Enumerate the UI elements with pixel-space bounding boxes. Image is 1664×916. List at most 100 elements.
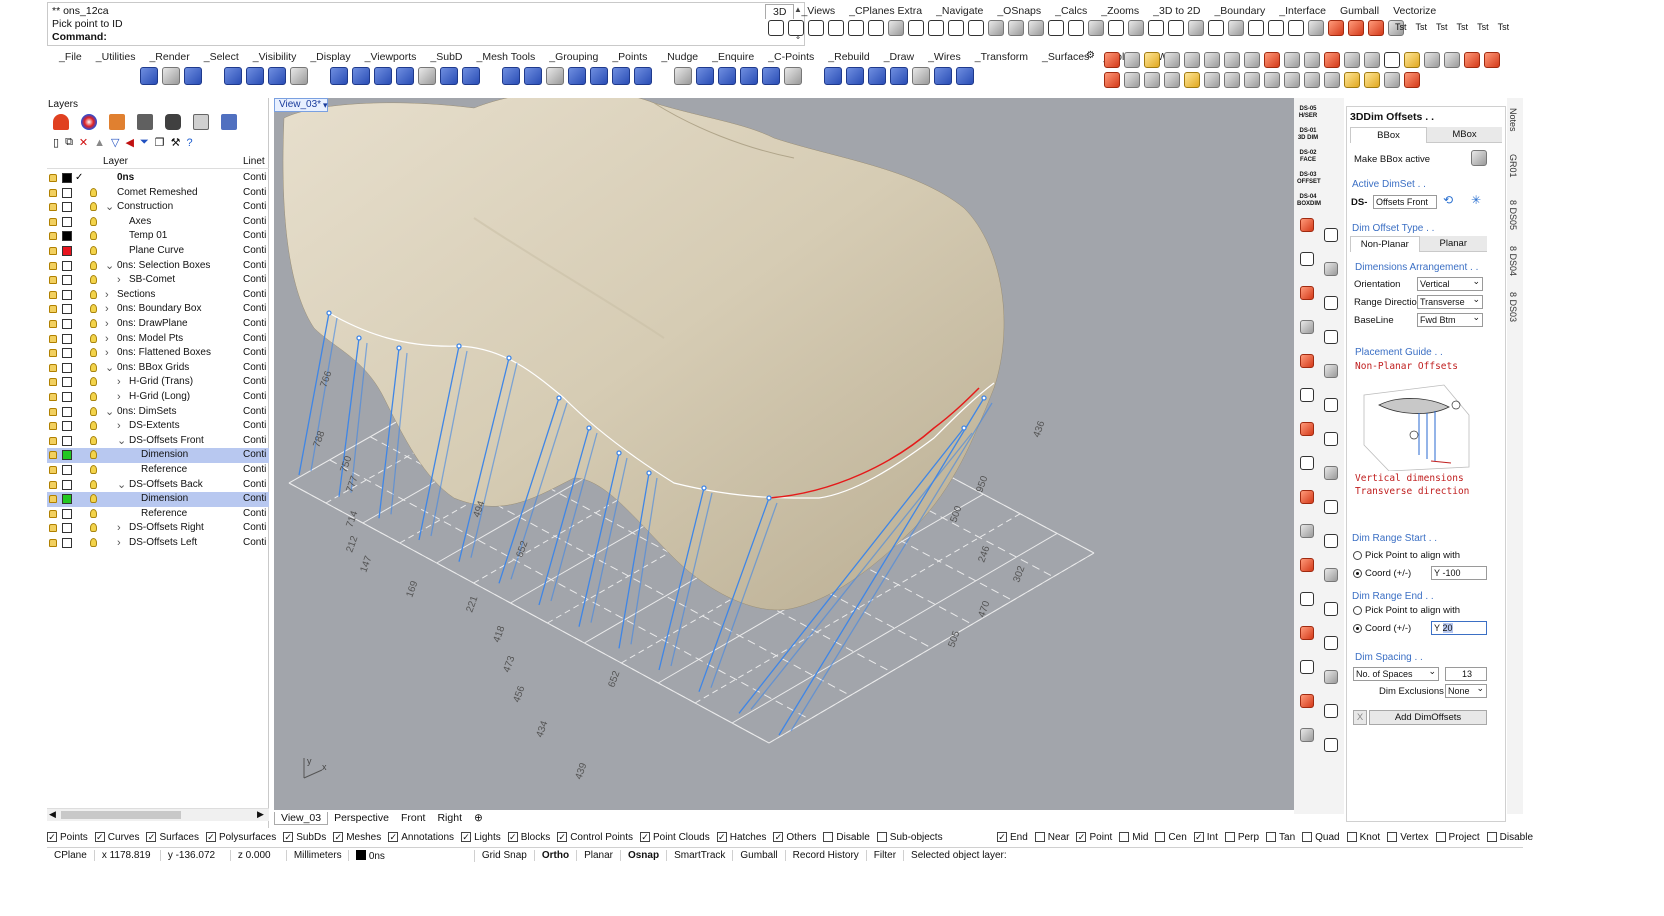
chevron-down-icon[interactable]: ⌄ bbox=[117, 478, 126, 493]
layer-linetype[interactable]: Conti bbox=[243, 419, 266, 434]
dim-label[interactable]: 950 bbox=[974, 474, 990, 494]
right-tool-icon-2[interactable] bbox=[1144, 52, 1160, 68]
layer-color-swatch[interactable] bbox=[62, 216, 72, 227]
strip-tool-icon-23[interactable] bbox=[1324, 602, 1338, 616]
right-tool-icon-19[interactable] bbox=[1484, 52, 1500, 68]
chevron-right-icon[interactable]: › bbox=[117, 390, 121, 405]
main-tool-icon-2[interactable] bbox=[184, 67, 202, 85]
lock-icon[interactable] bbox=[49, 378, 57, 387]
lightbulb-icon[interactable] bbox=[90, 202, 97, 212]
checkbox-icon[interactable]: ✓ bbox=[1076, 832, 1087, 842]
layer-color-swatch[interactable] bbox=[62, 465, 72, 475]
main-tab-8[interactable]: _Mesh Tools bbox=[470, 51, 543, 63]
lock-icon[interactable] bbox=[49, 232, 57, 241]
lightbulb-icon[interactable] bbox=[90, 304, 97, 314]
layer-linetype[interactable]: Conti bbox=[243, 492, 266, 507]
main-tool-icon-4[interactable] bbox=[246, 67, 264, 85]
checkbox-icon[interactable]: ✓ bbox=[388, 832, 399, 842]
main-tool-icon-15[interactable] bbox=[524, 67, 542, 85]
layer-linetype[interactable]: Conti bbox=[243, 229, 266, 244]
layer-linetype[interactable]: Conti bbox=[243, 244, 266, 259]
lock-icon[interactable] bbox=[49, 495, 57, 504]
layer-row[interactable]: ⌄ Construction Conti bbox=[47, 200, 269, 215]
filter-checkbox-13[interactable]: Disable bbox=[823, 832, 870, 843]
main-tool-icon-17[interactable] bbox=[568, 67, 586, 85]
lightbulb-icon[interactable] bbox=[90, 333, 97, 343]
lightbulb-icon[interactable] bbox=[90, 508, 97, 518]
checkbox-icon[interactable]: ✓ bbox=[716, 832, 727, 842]
strip-tool-icon-20[interactable] bbox=[1300, 558, 1314, 572]
osnap-checkbox-0[interactable]: ✓ End bbox=[997, 832, 1028, 843]
side-tab-1[interactable]: GR01 bbox=[1508, 154, 1518, 178]
dim-label[interactable]: 246 bbox=[976, 544, 992, 564]
help-icon[interactable]: ? bbox=[187, 137, 193, 149]
checkbox-icon[interactable]: ✓ bbox=[1193, 832, 1204, 842]
checkbox-icon[interactable]: ✓ bbox=[557, 832, 568, 842]
main-tool-icon-32[interactable] bbox=[934, 67, 952, 85]
main-tool-icon-21[interactable] bbox=[674, 67, 692, 85]
layer-linetype[interactable]: Conti bbox=[243, 215, 266, 230]
main-tab-6[interactable]: _Viewports bbox=[358, 51, 424, 63]
layer-color-swatch[interactable] bbox=[62, 421, 72, 432]
lightbulb-icon[interactable] bbox=[90, 377, 97, 387]
lightbulb-icon[interactable] bbox=[90, 479, 97, 489]
main-tool-icon-8[interactable] bbox=[352, 67, 370, 85]
lock-icon[interactable] bbox=[49, 290, 57, 299]
strip-tool-icon-11[interactable] bbox=[1324, 398, 1338, 412]
viewport-tab-1[interactable]: Perspective bbox=[328, 812, 395, 824]
right-tool-icon-12[interactable] bbox=[1344, 52, 1360, 68]
scroll-right-icon[interactable]: ▶ bbox=[257, 809, 264, 820]
main-tool-icon-22[interactable] bbox=[696, 67, 714, 85]
scroll-left-icon[interactable]: ◀ bbox=[49, 809, 56, 820]
strip-tool-icon-2[interactable] bbox=[1300, 252, 1314, 266]
osnap-checkbox-8[interactable]: Quad bbox=[1302, 832, 1340, 843]
strip-tool-icon-14[interactable] bbox=[1300, 456, 1314, 470]
side-tab-0[interactable]: Notes bbox=[1508, 108, 1518, 132]
strip-tool-icon-31[interactable] bbox=[1324, 738, 1338, 752]
dim-label[interactable]: 470 bbox=[976, 599, 992, 619]
tst-button-2[interactable]: Tst bbox=[1436, 22, 1448, 32]
strip-tool-icon-28[interactable] bbox=[1300, 694, 1314, 708]
checkbox-icon[interactable]: ✓ bbox=[997, 832, 1007, 842]
main-tab-4[interactable]: _Visibility bbox=[246, 51, 304, 63]
checkbox-icon[interactable]: ✓ bbox=[94, 832, 105, 842]
layer-linetype[interactable]: Conti bbox=[243, 273, 266, 288]
top-tool-icon-0[interactable] bbox=[768, 20, 784, 36]
layer-color-swatch[interactable] bbox=[62, 348, 72, 359]
strip-tool-icon-25[interactable] bbox=[1324, 636, 1338, 650]
brush-icon[interactable] bbox=[109, 114, 125, 130]
lock-icon[interactable] bbox=[49, 509, 57, 518]
strip-tool-icon-15[interactable] bbox=[1324, 466, 1338, 480]
viewport-3d[interactable]: 766 788 750 777 714 212 147 169 221 418 473 456 434 4… bbox=[274, 98, 1294, 810]
print-icon[interactable] bbox=[221, 114, 237, 130]
main-tool-icon-27[interactable] bbox=[824, 67, 842, 85]
main-tab-11[interactable]: _Nudge bbox=[654, 51, 705, 63]
strip-tool-icon-12[interactable] bbox=[1300, 422, 1314, 436]
layer-row[interactable]: › Sections Conti bbox=[47, 288, 269, 303]
dimset-tool-1[interactable]: DS-01 3D DIM bbox=[1297, 128, 1319, 150]
dim-label[interactable]: 766 bbox=[318, 369, 334, 389]
end-coord-field[interactable]: Y 20 bbox=[1431, 621, 1487, 635]
side-tab-3[interactable]: 8 DS04 bbox=[1508, 246, 1518, 276]
layer-row[interactable]: Temp 01 Conti bbox=[47, 229, 269, 244]
layer-color-swatch[interactable] bbox=[62, 275, 72, 286]
layer-color-swatch[interactable] bbox=[62, 538, 72, 548]
main-tab-16[interactable]: _Wires bbox=[921, 51, 968, 63]
layer-color-swatch[interactable] bbox=[62, 494, 72, 505]
top-tool-icon-28[interactable] bbox=[1328, 20, 1344, 36]
lock-icon[interactable] bbox=[49, 407, 57, 416]
right-tool-icon-10[interactable] bbox=[1304, 52, 1320, 68]
lightbulb-icon[interactable] bbox=[90, 406, 97, 416]
end-pick-point-radio[interactable] bbox=[1353, 606, 1362, 615]
checkbox-icon[interactable]: ✓ bbox=[47, 832, 57, 842]
main-tab-9[interactable]: _Grouping bbox=[542, 51, 605, 63]
right-tool-icon-32[interactable] bbox=[1344, 72, 1360, 88]
strip-tool-icon-30[interactable] bbox=[1300, 728, 1314, 742]
right-tool-icon-0[interactable] bbox=[1104, 52, 1120, 68]
filter-checkbox-5[interactable]: ✓ Meshes bbox=[333, 832, 381, 843]
top-tool-icon-13[interactable] bbox=[1028, 20, 1044, 36]
layer-row[interactable]: › H-Grid (Long) Conti bbox=[47, 390, 269, 405]
top-tab-0[interactable]: 3D bbox=[765, 3, 795, 19]
chevron-right-icon[interactable]: › bbox=[105, 317, 109, 332]
filter-checkbox-1[interactable]: ✓ Curves bbox=[94, 832, 139, 843]
